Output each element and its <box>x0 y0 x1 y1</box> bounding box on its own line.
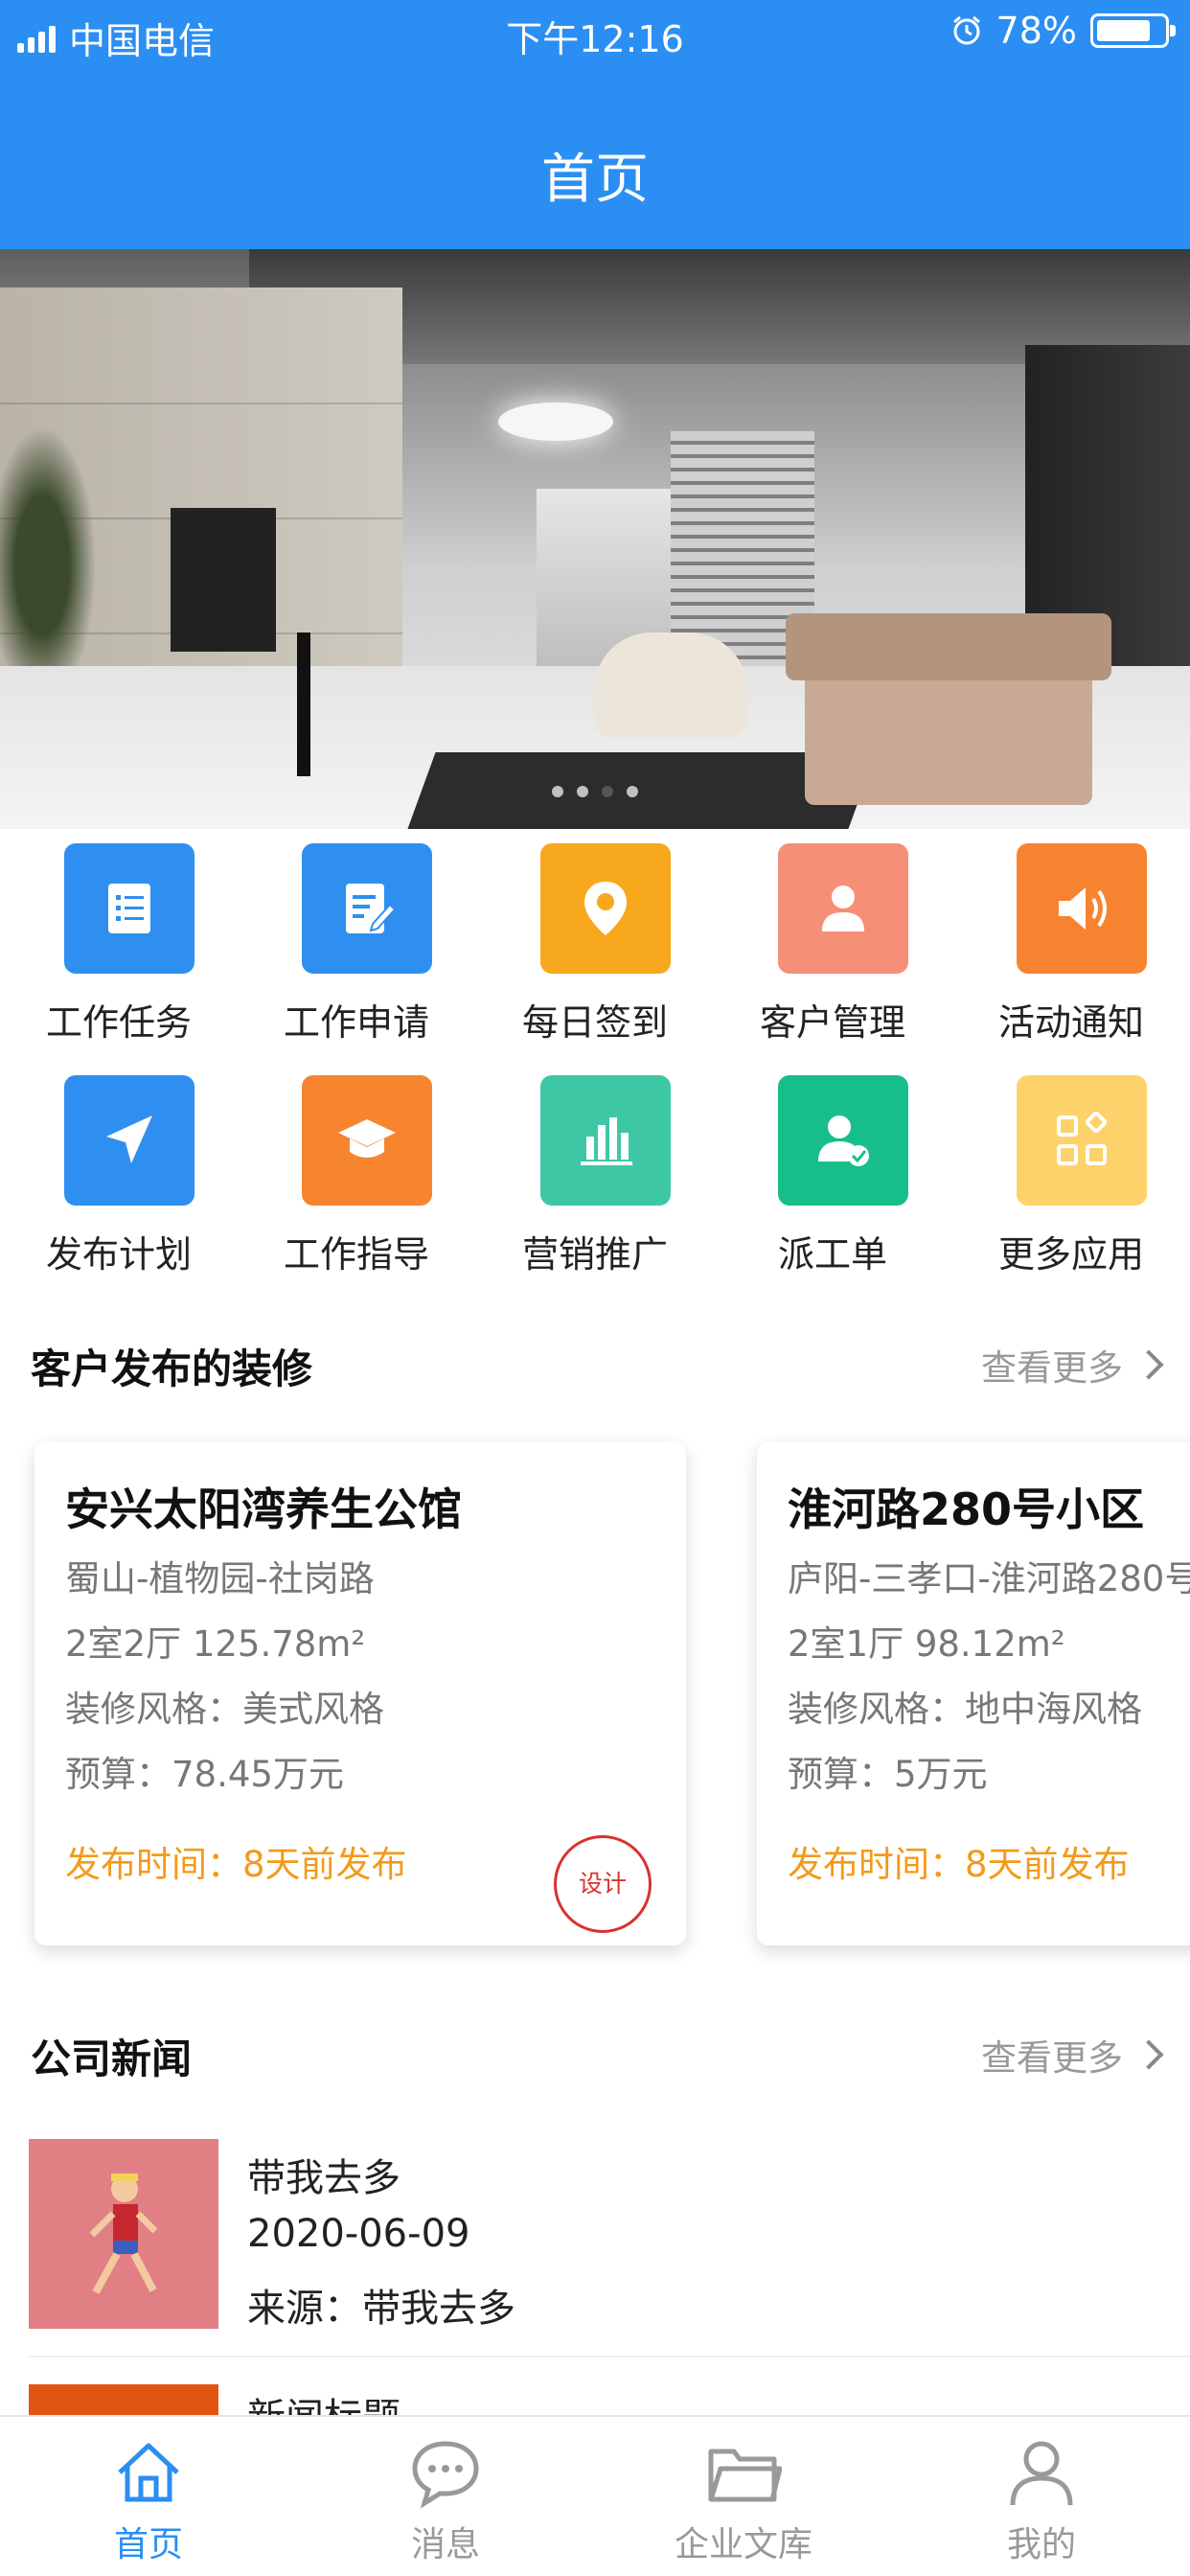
decor-section-header: 客户发布的装修 查看更多 <box>0 1327 1190 1404</box>
news-item[interactable]: 带我去多 2020-06-09 来源：带我去多 <box>0 2128 1190 2358</box>
user-icon <box>778 843 908 974</box>
grid-item[interactable]: 派工单 <box>714 1066 951 1296</box>
section-title: 客户发布的装修 <box>31 1346 313 1392</box>
battery-icon <box>1090 13 1176 48</box>
grid-item[interactable]: 工作指导 <box>238 1066 475 1296</box>
grid-item[interactable]: 营销推广 <box>476 1066 714 1296</box>
grid-item-label: 工作指导 <box>283 1233 429 1276</box>
decor-card[interactable]: 安兴太阳湾养生公馆 蜀山-植物园-社岗路 2室2厅 125.78m² 装修风格：… <box>34 1442 686 1945</box>
grid-item-label: 营销推广 <box>521 1233 668 1276</box>
project-location: 庐阳-三孝口-淮河路280号 <box>788 1558 1190 1599</box>
battery-percent: 78% <box>995 10 1077 52</box>
carousel-indicator[interactable] <box>0 786 1190 797</box>
view-more-link[interactable]: 查看更多 <box>981 2029 1164 2081</box>
news-section-header: 公司新闻 查看更多 <box>0 2017 1190 2094</box>
design-badge[interactable]: 设计 <box>554 1835 652 1933</box>
location-pin-icon <box>540 843 671 974</box>
grid-item-label: 工作申请 <box>283 1001 429 1044</box>
grid-item[interactable]: 工作申请 <box>238 834 475 1064</box>
clock: 下午12:16 <box>506 18 684 60</box>
carousel-dot[interactable] <box>552 786 563 797</box>
decor-card[interactable]: 淮河路280号小区 庐阳-三孝口-淮河路280号 2室1厅 98.12m² 装修… <box>757 1442 1190 1945</box>
grid-item-label: 活动通知 <box>997 1001 1144 1044</box>
person-icon <box>1010 2441 1073 2506</box>
status-bar: 中国电信 下午12:16 78% <box>0 0 1190 67</box>
apps-icon <box>1017 1075 1147 1206</box>
nav-bar: 首页 <box>0 67 1190 249</box>
tab-item[interactable]: 消息 <box>297 2417 594 2576</box>
news-title: 带我去多 <box>247 2156 400 2200</box>
chevron-right-icon <box>1133 1349 1164 1380</box>
news-thumbnail <box>29 2139 218 2329</box>
carousel-dot[interactable] <box>627 786 638 797</box>
grid-item-label: 客户管理 <box>759 1001 905 1044</box>
tab-item[interactable]: 首页 <box>0 2417 297 2576</box>
project-name: 安兴太阳湾养生公馆 <box>65 1484 462 1535</box>
publish-time: 发布时间：8天前发布 <box>65 1844 407 1885</box>
task-list-icon <box>64 843 195 974</box>
project-style: 装修风格：美式风格 <box>65 1689 384 1730</box>
project-budget: 预算：5万元 <box>788 1754 988 1795</box>
carousel-dot[interactable] <box>577 786 588 797</box>
graduation-cap-icon <box>302 1075 432 1206</box>
folder-icon <box>708 2449 782 2502</box>
section-title: 公司新闻 <box>31 2036 193 2082</box>
project-budget: 预算：78.45万元 <box>65 1754 344 1795</box>
home-page: 中国电信 下午12:16 78% 首页 工作任务 工作申请 每日签到 客户管理 活动通知… <box>0 0 1190 2576</box>
tab-label: 消息 <box>410 2525 480 2564</box>
tab-item[interactable]: 我的 <box>893 2417 1190 2576</box>
tab-bar: 首页 消息 企业文库 我的 <box>0 2415 1190 2576</box>
publish-time: 发布时间：8天前发布 <box>788 1844 1130 1885</box>
banner-image <box>171 508 276 652</box>
grid-item[interactable]: 发布计划 <box>0 1066 238 1296</box>
news-date: 2020-06-09 <box>247 2212 470 2256</box>
page-title: 首页 <box>541 149 649 211</box>
grid-item[interactable]: 活动通知 <box>952 834 1190 1064</box>
chat-bubble-icon <box>412 2441 479 2509</box>
grid-item[interactable]: 更多应用 <box>952 1066 1190 1296</box>
news-source: 来源：带我去多 <box>247 2287 515 2331</box>
home-icon <box>118 2443 179 2502</box>
grid-item[interactable]: 客户管理 <box>714 834 951 1064</box>
project-name: 淮河路280号小区 <box>788 1484 1145 1535</box>
tab-label: 首页 <box>113 2525 183 2564</box>
project-size: 2室1厅 98.12m² <box>788 1623 1065 1665</box>
chevron-right-icon <box>1133 2039 1164 2070</box>
grid-item-label: 更多应用 <box>997 1233 1144 1276</box>
grid-item-label: 发布计划 <box>45 1233 192 1276</box>
speaker-icon <box>1017 843 1147 974</box>
tab-item[interactable]: 企业文库 <box>595 2417 892 2576</box>
grid-item[interactable]: 每日签到 <box>476 834 714 1064</box>
project-style: 装修风格：地中海风格 <box>788 1689 1142 1730</box>
user-check-icon <box>778 1075 908 1206</box>
carousel-dot[interactable] <box>602 786 613 797</box>
divider <box>29 2356 1190 2358</box>
app-grid: 工作任务 工作申请 每日签到 客户管理 活动通知发布计划 工作指导 营销推广 派工单 更多应用 <box>0 834 1190 1294</box>
project-location: 蜀山-植物园-社岗路 <box>65 1558 375 1599</box>
tab-label: 企业文库 <box>674 2525 812 2564</box>
grid-item-label: 派工单 <box>777 1233 887 1276</box>
tab-label: 我的 <box>1006 2525 1076 2564</box>
edit-document-icon <box>302 843 432 974</box>
bar-chart-icon <box>540 1075 671 1206</box>
grid-item-label: 每日签到 <box>521 1001 668 1044</box>
grid-item-label: 工作任务 <box>45 1001 192 1044</box>
grid-item[interactable]: 工作任务 <box>0 834 238 1064</box>
send-arrow-icon <box>64 1075 195 1206</box>
view-more-link[interactable]: 查看更多 <box>981 1339 1164 1391</box>
banner-carousel[interactable] <box>0 249 1190 829</box>
alarm-icon <box>952 15 980 45</box>
project-size: 2室2厅 125.78m² <box>65 1623 366 1665</box>
